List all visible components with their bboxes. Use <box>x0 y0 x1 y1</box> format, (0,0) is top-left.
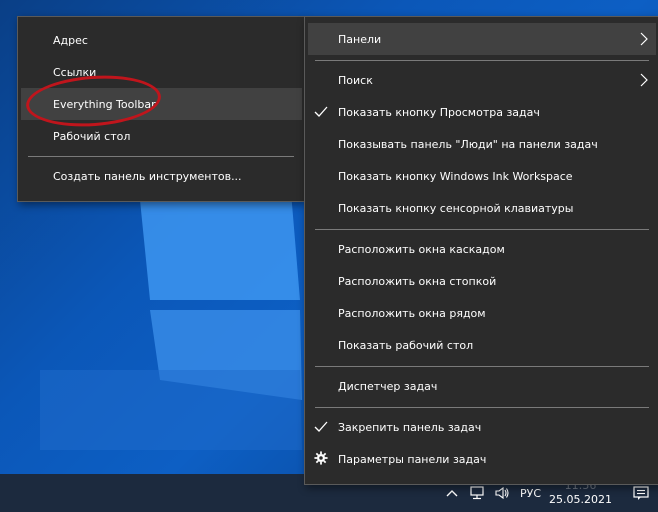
menu-item-side-by-side[interactable]: Расположить окна рядом <box>305 297 658 329</box>
menu-item-cascade-windows[interactable]: Расположить окна каскадом <box>305 233 658 265</box>
menu-item-label: Поиск <box>338 73 373 87</box>
menu-item-label: Закрепить панель задач <box>338 420 482 434</box>
gear-icon <box>314 451 328 465</box>
menu-item-label: Расположить окна рядом <box>338 306 486 320</box>
taskbar-context-menu: Панели Поиск Показать кнопку Просмотра з… <box>304 16 658 485</box>
menu-item-people-bar[interactable]: Показывать панель "Люди" на панели задач <box>305 128 658 160</box>
chevron-up-icon[interactable] <box>441 482 463 504</box>
menu-item-label: Показывать панель "Люди" на панели задач <box>338 137 598 151</box>
toolbars-submenu: Адрес Ссылки Everything Toolbar Рабочий … <box>17 16 305 202</box>
menu-item-new-toolbar[interactable]: Создать панель инструментов... <box>18 160 304 192</box>
menu-item-task-manager[interactable]: Диспетчер задач <box>305 370 658 402</box>
menu-item-label: Диспетчер задач <box>338 379 438 393</box>
menu-item-touch-keyboard[interactable]: Показать кнопку сенсорной клавиатуры <box>305 192 658 224</box>
menu-item-label: Рабочий стол <box>53 129 131 143</box>
menu-item-label: Параметры панели задач <box>338 452 487 466</box>
chevron-right-icon <box>640 73 648 87</box>
menu-item-taskbar-settings[interactable]: Параметры панели задач <box>305 443 658 475</box>
menu-item-label: Создать панель инструментов... <box>53 169 242 183</box>
input-language[interactable]: РУС <box>520 487 541 500</box>
menu-separator <box>28 156 294 157</box>
menu-item-show-desktop[interactable]: Показать рабочий стол <box>305 329 658 361</box>
menu-item-label: Расположить окна каскадом <box>338 242 505 256</box>
menu-item-label: Ссылки <box>53 65 97 79</box>
speaker-icon[interactable] <box>491 482 513 504</box>
menu-separator <box>315 366 649 367</box>
menu-item-task-view-button[interactable]: Показать кнопку Просмотра задач <box>305 96 658 128</box>
menu-item-label: Показать кнопку Windows Ink Workspace <box>338 169 573 183</box>
network-icon[interactable] <box>466 482 488 504</box>
menu-item-desktop[interactable]: Рабочий стол <box>18 120 304 152</box>
menu-item-stack-windows[interactable]: Расположить окна стопкой <box>305 265 658 297</box>
menu-item-label: Показать рабочий стол <box>338 338 474 352</box>
menu-separator <box>315 407 649 408</box>
menu-item-label: Показать кнопку сенсорной клавиатуры <box>338 201 574 215</box>
menu-item-lock-taskbar[interactable]: Закрепить панель задач <box>305 411 658 443</box>
checkmark-icon <box>314 106 328 117</box>
menu-item-label: Everything Toolbar <box>53 97 156 111</box>
menu-item-label: Панели <box>338 32 382 46</box>
menu-item-label: Адрес <box>53 33 88 47</box>
menu-item-links[interactable]: Ссылки <box>18 56 304 88</box>
clock-date: 25.05.2021 <box>549 493 612 506</box>
menu-item-address[interactable]: Адрес <box>18 24 304 56</box>
menu-item-panels[interactable]: Панели <box>308 23 656 55</box>
menu-item-everything-toolbar[interactable]: Everything Toolbar <box>21 88 302 120</box>
menu-item-ink-workspace[interactable]: Показать кнопку Windows Ink Workspace <box>305 160 658 192</box>
menu-separator <box>315 60 649 61</box>
menu-item-search[interactable]: Поиск <box>305 64 658 96</box>
chevron-right-icon <box>640 32 648 46</box>
checkmark-icon <box>314 421 328 432</box>
menu-separator <box>315 229 649 230</box>
menu-item-label: Показать кнопку Просмотра задач <box>338 105 540 119</box>
menu-item-label: Расположить окна стопкой <box>338 274 497 288</box>
